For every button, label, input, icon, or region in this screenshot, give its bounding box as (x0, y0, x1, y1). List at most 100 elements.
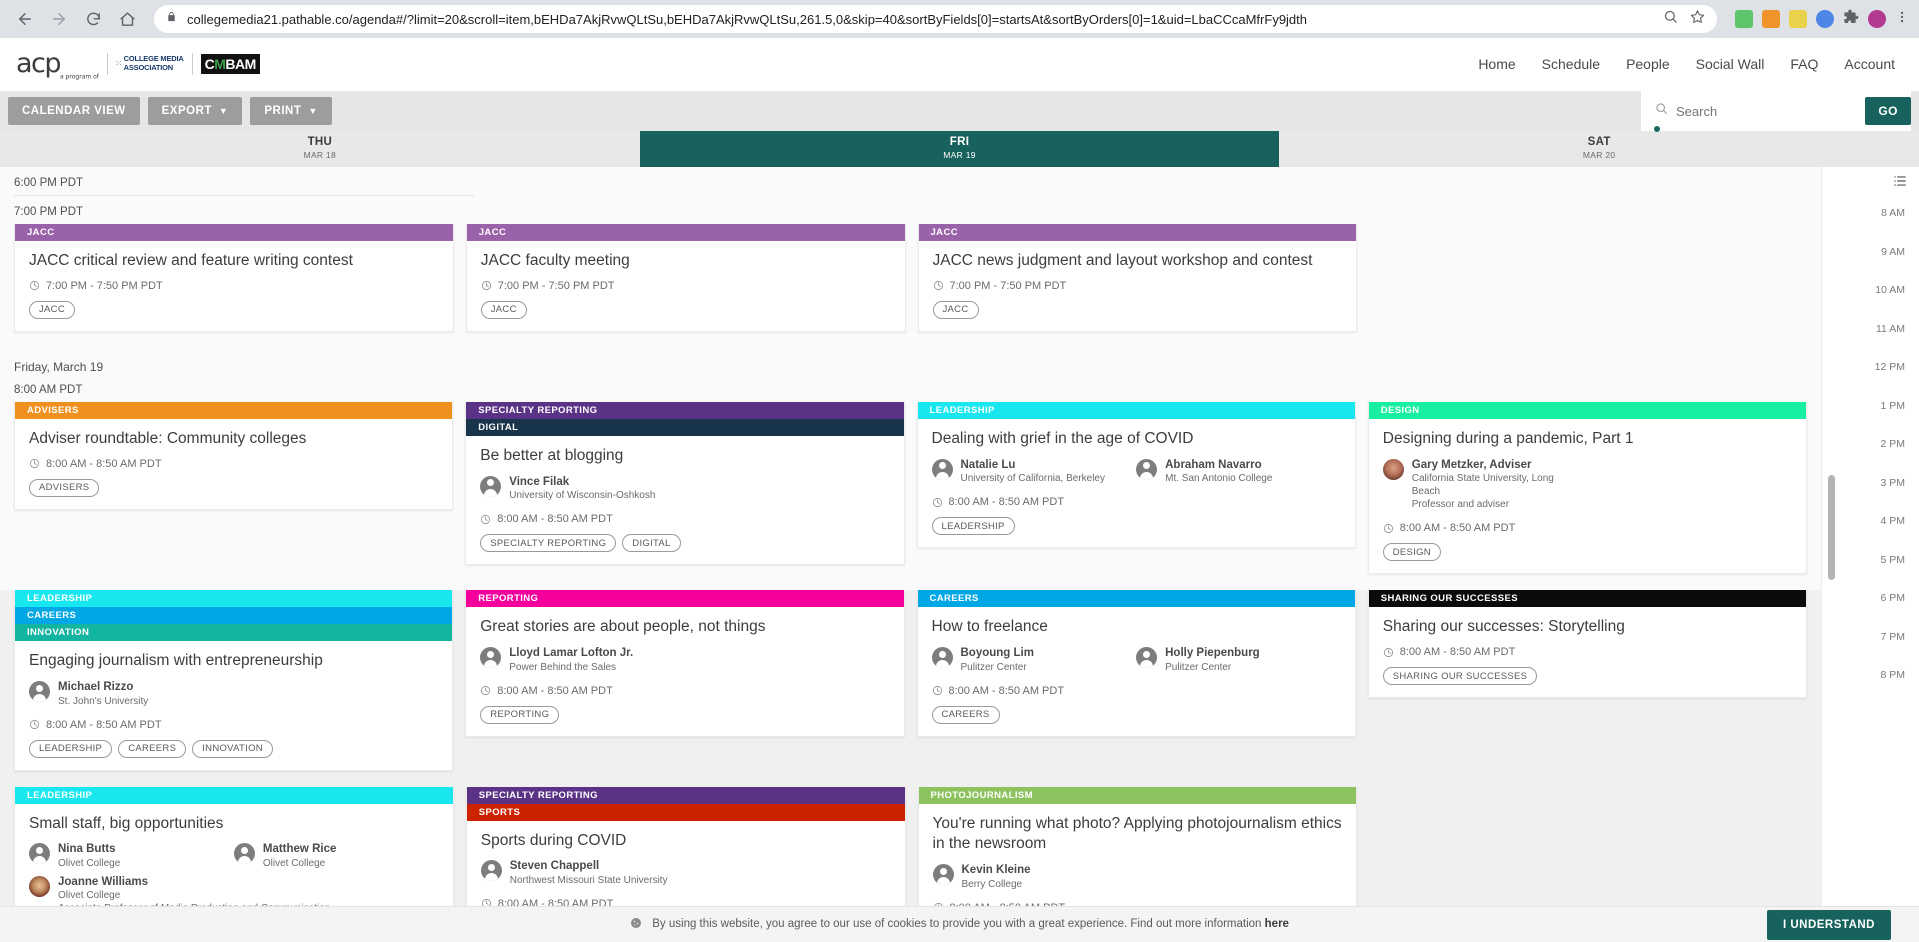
session-tag[interactable]: JACC (932, 300, 979, 319)
session-track-label: CAREERS (917, 590, 1355, 608)
address-bar[interactable]: collegemedia21.pathable.co/agenda#/?limi… (154, 5, 1717, 33)
cma-logo-dots: :·: (115, 60, 121, 68)
session-card[interactable]: REPORTING Great stories are about people,… (465, 590, 905, 737)
extensions-puzzle-icon[interactable] (1843, 9, 1859, 30)
star-icon[interactable] (1690, 9, 1705, 29)
session-card[interactable]: LEADERSHIP Dealing with grief in the age … (916, 401, 1356, 549)
three-dot-menu-icon[interactable] (1895, 9, 1909, 30)
reload-icon[interactable] (78, 4, 108, 34)
nav-item-faq[interactable]: FAQ (1790, 56, 1818, 72)
session-card[interactable]: LEADERSHIP CAREERS INNOVATION Engaging jour… (14, 590, 454, 771)
session-title: How to freelance (931, 618, 1048, 636)
session-card[interactable]: CAREERS How to freelance Boyoung Lim Pulitz… (916, 590, 1356, 737)
session-tag[interactable]: ADVISERS (29, 478, 100, 497)
session-tag[interactable]: JACC (480, 300, 527, 319)
speaker[interactable]: Boyoung Lim Pulitzer Center (931, 646, 1137, 673)
rail-tick-list: 8 AM 9 AM 10 AM 11 AM 12 PM 1 PM 2 PM 3 PM 4 PM 5… (1822, 207, 1919, 708)
day-tab-thu[interactable]: THU MAR 18 (0, 131, 640, 167)
extension-icon-yellow[interactable] (1789, 10, 1807, 28)
session-card[interactable]: SHARING OUR SUCCESSES Sharing our success… (1367, 590, 1807, 699)
avatar (29, 875, 50, 897)
session-tag[interactable]: SHARING OUR SUCCESSES (1382, 667, 1538, 686)
speaker[interactable]: Abraham Navarro Mt. San Antonio College (1136, 458, 1341, 485)
day-tab-fri[interactable]: FRI MAR 19 (639, 131, 1280, 167)
speaker[interactable]: Vince Filak University of Wisconsin-Oshko… (480, 475, 685, 502)
speaker[interactable]: Holly Piepenburg Pulitzer Center (1136, 646, 1341, 673)
session-card[interactable]: JACC JACC faculty meeting 7:00 PM - 7:50 P… (465, 224, 906, 332)
session-title: Sports during COVID (480, 831, 627, 849)
speaker[interactable]: Lloyd Lamar Lofton Jr. Power Behind the S… (480, 646, 685, 673)
nav-item-home[interactable]: Home (1478, 56, 1515, 72)
session-tag[interactable]: DIGITAL (622, 534, 681, 553)
speaker-name: Holly Piepenburg (1165, 647, 1260, 660)
session-track-label: SPECIALTY REPORTING (466, 401, 904, 419)
speaker-name: Steven Chappell (509, 860, 600, 873)
session-tag[interactable]: REPORTING (480, 705, 560, 724)
calendar-view-button[interactable]: CALENDAR VIEW (8, 97, 140, 125)
session-card[interactable]: ADVISERS Adviser roundtable: Community co… (14, 401, 454, 510)
session-card[interactable]: JACC JACC critical review and feature wri… (14, 224, 454, 332)
speaker-name: Abraham Navarro (1165, 458, 1262, 471)
search-go-button[interactable]: GO (1865, 97, 1911, 125)
avatar (29, 843, 50, 865)
speaker[interactable]: Nina Butts Olivet College (29, 842, 234, 869)
session-track-label: ADVISERS (15, 401, 453, 419)
extension-icon-blue[interactable] (1816, 10, 1834, 28)
speaker[interactable]: Kevin Kleine Berry College (932, 863, 1138, 890)
nav-item-people[interactable]: People (1626, 56, 1670, 72)
session-card[interactable]: SPECIALTY REPORTING DIGITAL Be better at b… (465, 401, 905, 566)
speaker[interactable]: Natalie Lu University of California, Berk… (931, 458, 1137, 485)
forward-arrow-icon[interactable] (44, 4, 74, 34)
session-tag-list: JACC (29, 300, 439, 319)
url-text: collegemedia21.pathable.co/agenda#/?limi… (187, 11, 1308, 27)
session-tag[interactable]: DESIGN (1382, 543, 1441, 562)
speaker[interactable]: Gary Metzker, Adviser California State Un… (1382, 458, 1588, 511)
session-card[interactable]: JACC JACC news judgment and layout worksh… (917, 224, 1358, 332)
cookie-accept-button[interactable]: I UNDERSTAND (1766, 909, 1891, 940)
agenda-scroll-region[interactable]: 6:00 PM PDT 7:00 PM PDT JACC JACC critical … (0, 167, 1821, 942)
session-card[interactable]: DESIGN Designing during a pandemic, Part … (1367, 401, 1807, 575)
session-track-label: REPORTING (466, 590, 904, 608)
session-title: Sharing our successes: Storytelling (1382, 618, 1625, 636)
speaker-organization: Mt. San Antonio College (1165, 473, 1273, 485)
chevron-down-icon: ▼ (308, 106, 318, 116)
logo-group[interactable]: acpa program of :·: COLLEGE MEDIA ASSOCI… (16, 48, 260, 80)
session-time-text: 8:00 AM - 8:50 AM PDT (46, 457, 162, 470)
back-arrow-icon[interactable] (10, 4, 40, 34)
session-tag[interactable]: JACC (29, 300, 76, 319)
nav-item-account[interactable]: Account (1844, 56, 1895, 72)
nav-item-social-wall[interactable]: Social Wall (1696, 56, 1765, 72)
vertical-scrollbar-thumb[interactable] (1828, 475, 1835, 580)
search-input[interactable] (1676, 103, 1856, 119)
export-button[interactable]: EXPORT ▼ (147, 97, 243, 125)
session-tag[interactable]: SPECIALTY REPORTING (480, 534, 617, 553)
session-track-label: SPECIALTY REPORTING (466, 786, 905, 804)
agenda-content: 6:00 PM PDT 7:00 PM PDT JACC JACC critical … (0, 167, 1821, 942)
lock-icon (166, 10, 177, 28)
session-tag[interactable]: CAREERS (931, 705, 1000, 724)
print-button[interactable]: PRINT ▼ (250, 97, 332, 125)
speaker-list: Steven Chappell Northwest Missouri State … (480, 859, 891, 891)
extension-icon-green[interactable] (1735, 10, 1753, 28)
cookie-here-link[interactable]: here (1265, 918, 1289, 930)
speaker-name: Kevin Kleine (961, 864, 1031, 877)
session-title: Adviser roundtable: Community colleges (29, 429, 307, 447)
page-zoom-icon[interactable] (1663, 9, 1678, 29)
speaker[interactable]: Steven Chappell Northwest Missouri State … (480, 859, 686, 886)
speaker-organization: Berry College (961, 878, 1023, 890)
nav-item-schedule[interactable]: Schedule (1542, 56, 1600, 72)
session-tag[interactable]: CAREERS (118, 739, 187, 758)
day-tab-sat[interactable]: SAT MAR 20 (1279, 131, 1919, 167)
time-slot-label: 8:00 AM PDT (14, 383, 83, 396)
home-icon[interactable] (112, 4, 142, 34)
profile-avatar-icon[interactable] (1868, 10, 1886, 28)
session-tag[interactable]: LEADERSHIP (29, 739, 113, 758)
session-time: 7:00 PM - 7:50 PM PDT (481, 280, 891, 292)
speaker[interactable]: Matthew Rice Olivet College (233, 842, 439, 869)
list-view-icon[interactable] (1893, 174, 1907, 193)
session-tag[interactable]: LEADERSHIP (931, 517, 1015, 536)
session-tag[interactable]: INNOVATION (192, 739, 273, 758)
calendar-view-label: CALENDAR VIEW (22, 105, 126, 117)
extension-icon-orange[interactable] (1762, 10, 1780, 28)
speaker[interactable]: Michael Rizzo St. John's University (29, 680, 234, 707)
